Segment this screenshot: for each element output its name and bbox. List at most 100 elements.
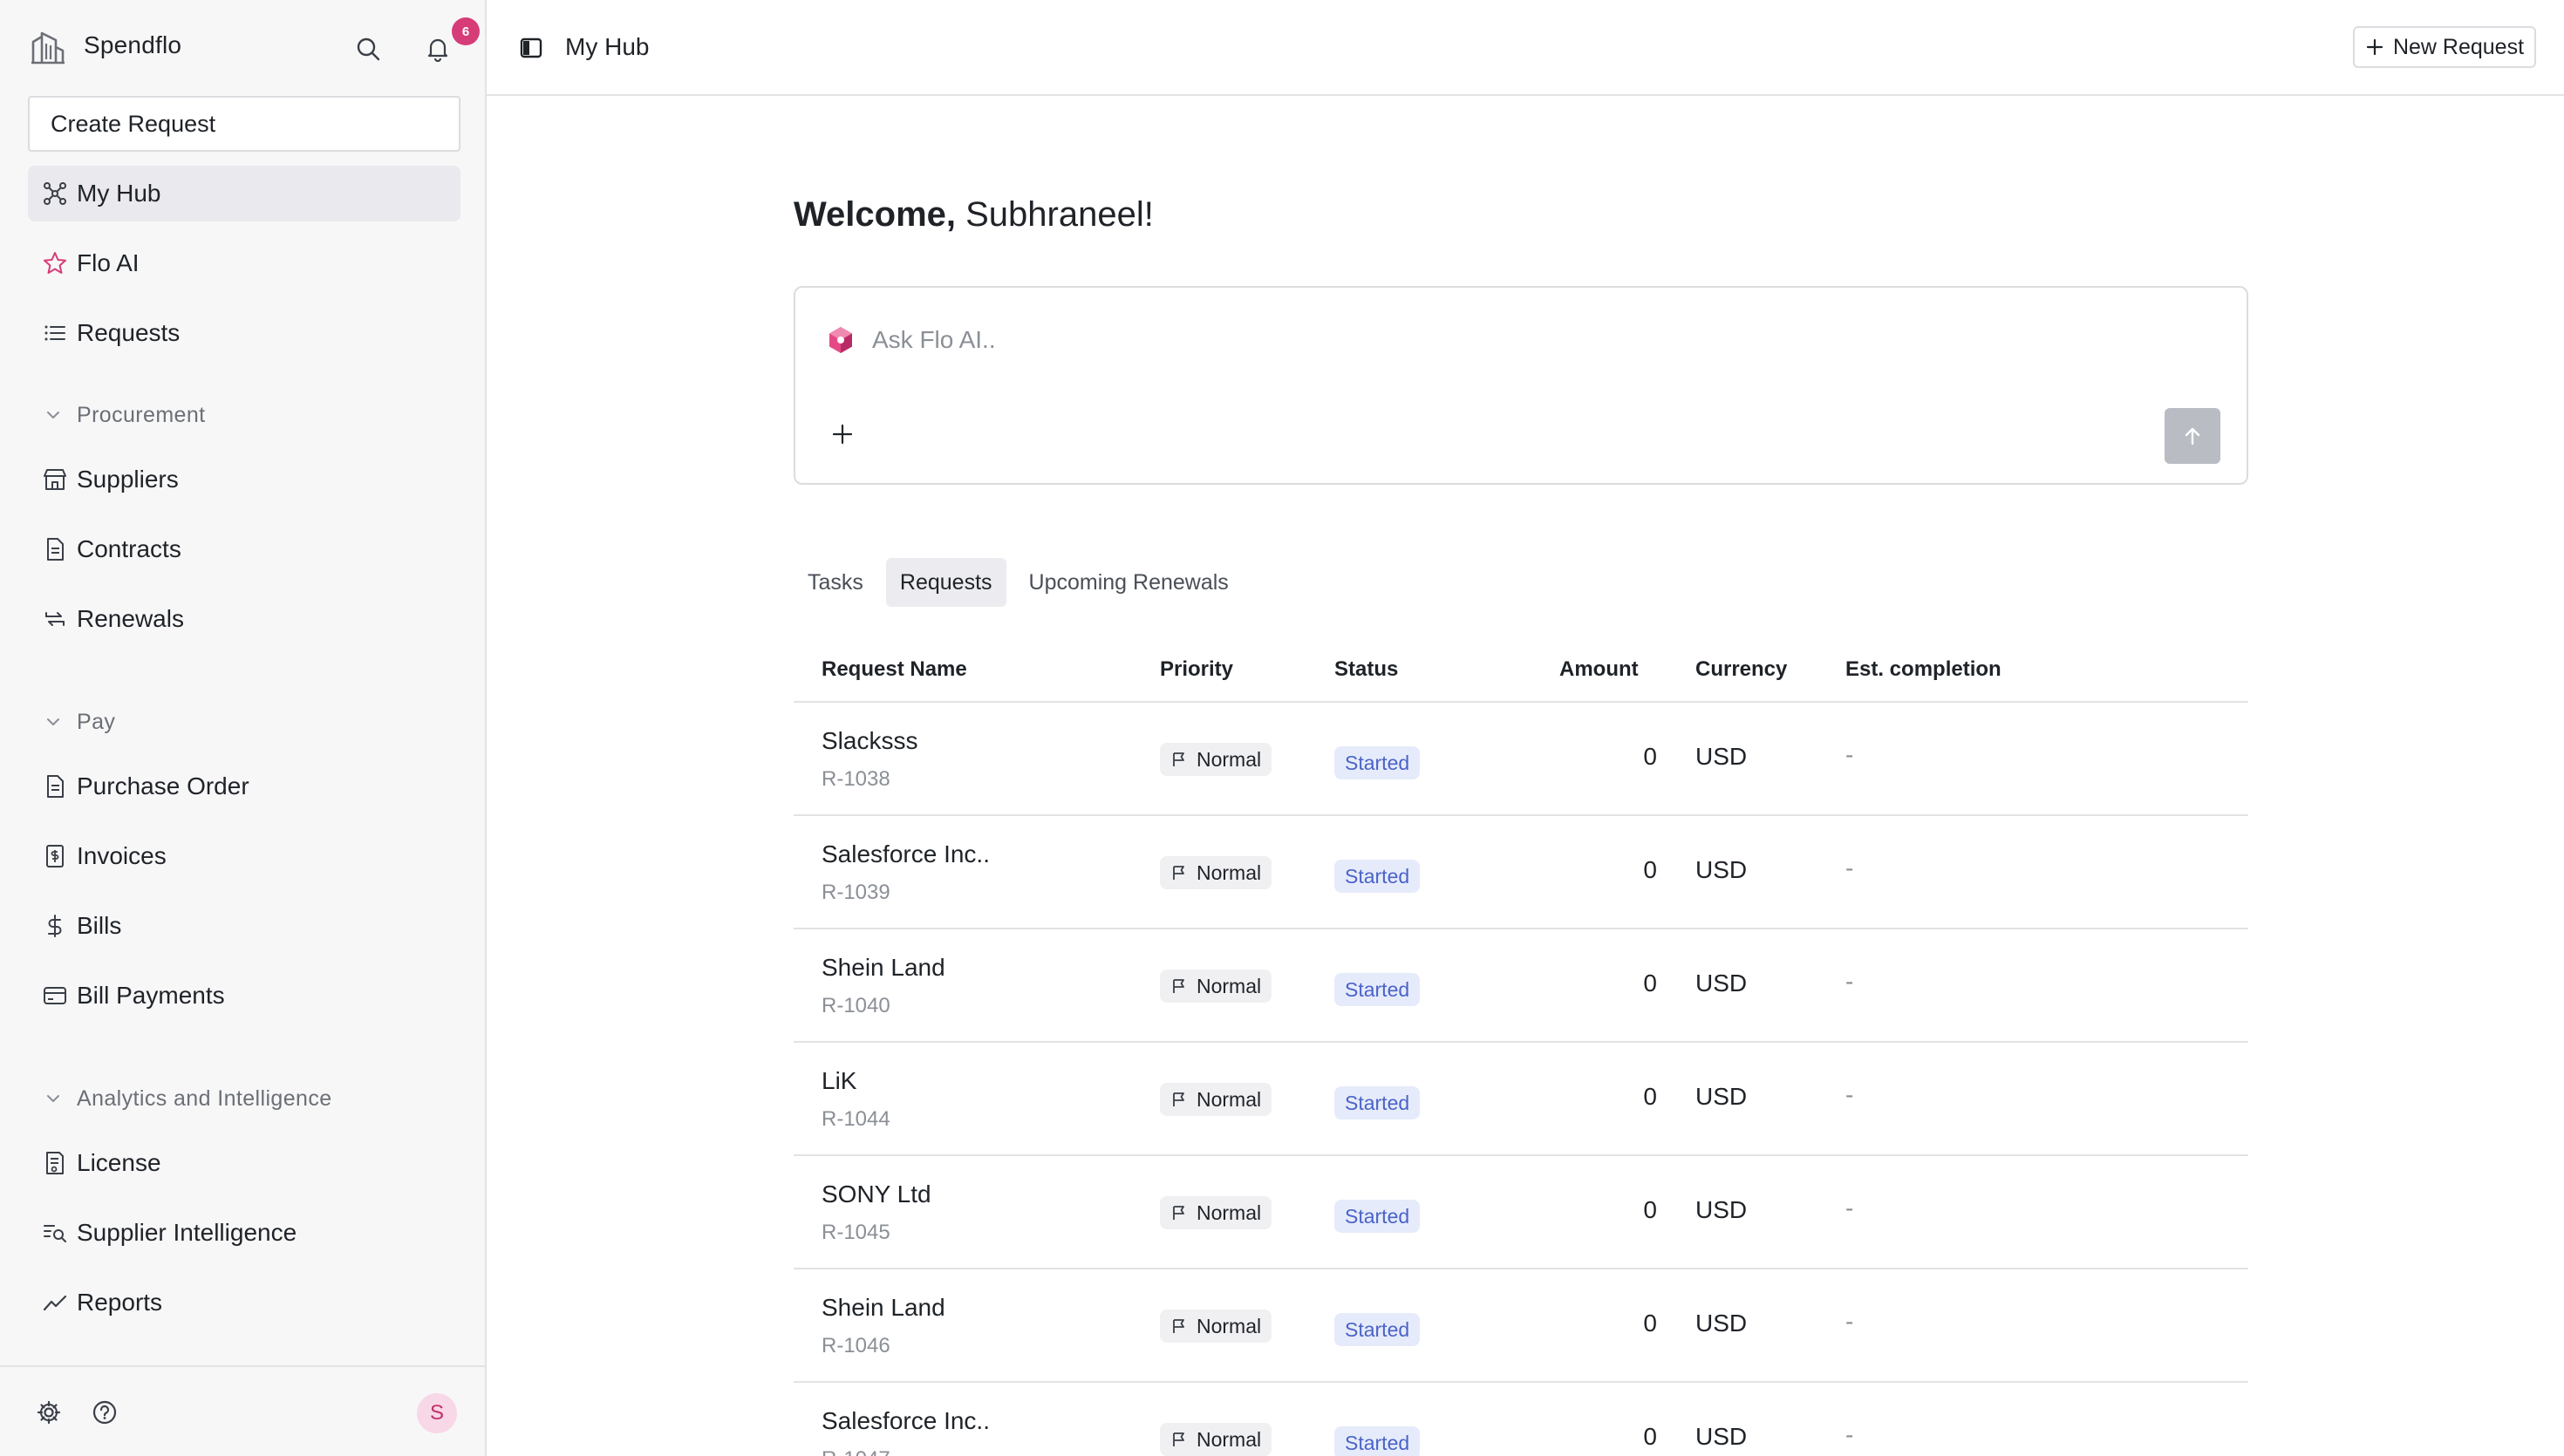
sidebar-item-label: Flo AI (77, 249, 140, 276)
amount-cell: 0 (1643, 1423, 1657, 1450)
status-badge: Started (1334, 1313, 1421, 1346)
column-header-amount[interactable]: Amount (1559, 657, 1639, 682)
request-name[interactable]: SONY Ltd (822, 1180, 931, 1208)
request-name[interactable]: Shein Land (822, 954, 945, 982)
sidebar-item-label: License (77, 1149, 161, 1176)
request-id: R-1038 (822, 767, 890, 791)
gear-icon (37, 1400, 61, 1425)
request-name[interactable]: Salesforce Inc.. (822, 1407, 990, 1435)
section-procurement[interactable]: Procurement (42, 398, 206, 432)
column-header-request-name[interactable]: Request Name (822, 657, 967, 682)
sidebar-item-label: Requests (77, 319, 181, 346)
currency-cell: USD (1695, 1083, 1748, 1110)
sidebar-item-reports[interactable]: Reports (28, 1275, 460, 1330)
sidebar-item-contracts[interactable]: Contracts (28, 521, 460, 577)
status-badge: Started (1334, 1426, 1421, 1456)
create-request-button[interactable]: Create Request (28, 96, 460, 152)
column-header-est-completion[interactable]: Est. completion (1845, 657, 2001, 682)
request-name[interactable]: LiK (822, 1067, 856, 1095)
ask-flo-ai-box[interactable]: Ask Flo AI.. (794, 286, 2248, 485)
settings-button[interactable] (31, 1395, 66, 1430)
attach-button[interactable] (827, 418, 858, 450)
table-row[interactable]: Shein Land R-1040 Normal Started 0 USD - (794, 929, 2248, 1043)
sidebar-item-label: Bills (77, 912, 122, 939)
notification-count-badge: 6 (452, 17, 480, 45)
help-button[interactable] (87, 1395, 122, 1430)
star-icon (42, 250, 68, 276)
table-row[interactable]: Slacksss R-1038 Normal Started 0 USD - (794, 703, 2248, 816)
sidebar-item-invoices[interactable]: Invoices (28, 828, 460, 884)
sidebar-item-requests[interactable]: Requests (28, 305, 460, 361)
priority-badge: Normal (1160, 1310, 1272, 1343)
brand-name: Spendflo (84, 31, 182, 58)
hub-tabs: Tasks Requests Upcoming Renewals (794, 558, 1243, 607)
amount-cell: 0 (1643, 1083, 1657, 1110)
amount-cell: 0 (1643, 1196, 1657, 1223)
flag-icon (1173, 1319, 1184, 1333)
hub-icon (42, 180, 68, 207)
status-badge: Started (1334, 973, 1421, 1006)
amount-cell: 0 (1643, 1310, 1657, 1337)
sidebar-item-license[interactable]: License (28, 1135, 460, 1191)
sidebar-item-label: Supplier Intelligence (77, 1219, 297, 1246)
sidebar-item-supplier-intelligence[interactable]: Supplier Intelligence (28, 1205, 460, 1261)
section-pay[interactable]: Pay (42, 704, 115, 739)
topbar: My Hub New Request (487, 0, 2564, 96)
sidebar-item-label: Renewals (77, 605, 184, 632)
store-icon (42, 466, 68, 493)
tab-requests[interactable]: Requests (885, 558, 1006, 607)
tab-upcoming-renewals[interactable]: Upcoming Renewals (1015, 558, 1243, 607)
sidebar-toggle-button[interactable] (513, 30, 549, 66)
sidebar-footer: S (0, 1365, 485, 1456)
sidebar-item-purchase-order[interactable]: Purchase Order (28, 759, 460, 814)
arrow-up-icon (2185, 427, 2200, 446)
user-avatar[interactable]: S (417, 1393, 457, 1433)
sidebar-item-bills[interactable]: Bills (28, 898, 460, 954)
requests-table: Request Name Priority Status Amount Currency… (794, 636, 2248, 1456)
invoice-icon (42, 843, 68, 869)
currency-cell: USD (1695, 1196, 1748, 1223)
sidebar-item-renewals[interactable]: Renewals (28, 591, 460, 647)
table-row[interactable]: Salesforce Inc.. R-1039 Normal Started 0 USD - (794, 816, 2248, 929)
sidebar-item-label: Invoices (77, 842, 167, 869)
column-header-priority[interactable]: Priority (1160, 657, 1233, 682)
priority-badge: Normal (1160, 970, 1272, 1003)
table-row[interactable]: Salesforce Inc.. R-1047 Normal Started 0 USD - (794, 1383, 2248, 1456)
request-id: R-1044 (822, 1107, 890, 1131)
search-button[interactable] (349, 30, 387, 68)
priority-label: Normal (1197, 974, 1262, 997)
new-request-button[interactable]: New Request (2353, 26, 2536, 68)
request-name[interactable]: Slacksss (822, 727, 917, 755)
currency-cell: USD (1695, 1423, 1748, 1450)
document-icon (42, 773, 68, 799)
sidebar: Spendflo 6 Create Request My Hub Flo AI Re… (0, 0, 487, 1456)
flag-icon (1173, 1092, 1184, 1106)
section-analytics-and-intelligence[interactable]: Analytics and Intelligence (42, 1081, 332, 1116)
spendflo-logo-icon[interactable] (30, 30, 66, 66)
sidebar-item-bill-payments[interactable]: Bill Payments (28, 968, 460, 1024)
plus-icon (832, 424, 853, 445)
column-header-currency[interactable]: Currency (1695, 657, 1787, 682)
section-title: Analytics and Intelligence (77, 1085, 332, 1111)
est-completion-cell: - (1845, 1421, 1854, 1448)
request-name[interactable]: Shein Land (822, 1294, 945, 1322)
new-request-label: New Request (2392, 34, 2525, 59)
sidebar-item-flo-ai[interactable]: Flo AI (28, 235, 460, 291)
flag-icon (1173, 752, 1184, 766)
sidebar-item-suppliers[interactable]: Suppliers (28, 452, 460, 507)
column-header-status[interactable]: Status (1334, 657, 1398, 682)
brand-bar: Spendflo 6 (0, 0, 485, 96)
ask-flo-ai-input[interactable]: Ask Flo AI.. (872, 326, 996, 354)
send-button[interactable] (2165, 408, 2220, 464)
table-row[interactable]: Shein Land R-1046 Normal Started 0 USD - (794, 1269, 2248, 1383)
request-name[interactable]: Salesforce Inc.. (822, 840, 990, 868)
priority-badge: Normal (1160, 1196, 1272, 1229)
est-completion-cell: - (1845, 968, 1854, 995)
table-row[interactable]: LiK R-1044 Normal Started 0 USD - (794, 1043, 2248, 1156)
tab-tasks[interactable]: Tasks (794, 558, 877, 607)
table-row[interactable]: SONY Ltd R-1045 Normal Started 0 USD - (794, 1156, 2248, 1269)
notifications-button[interactable] (419, 30, 457, 68)
search-icon (357, 37, 380, 61)
sidebar-item-my-hub[interactable]: My Hub (28, 166, 460, 221)
amount-cell: 0 (1643, 743, 1657, 770)
